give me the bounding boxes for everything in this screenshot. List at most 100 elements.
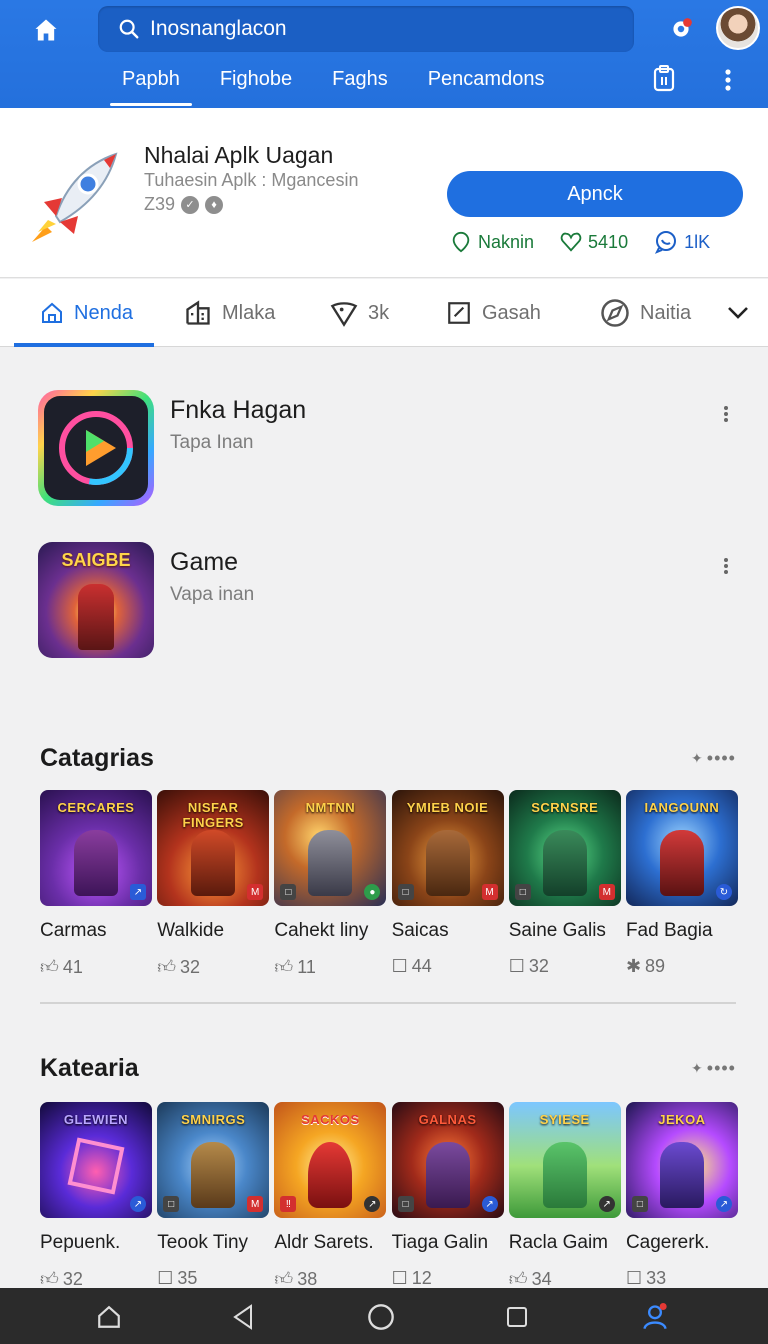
search-icon: [119, 19, 139, 39]
featured-item[interactable]: Fnka Hagan Tapa Inan: [38, 390, 738, 510]
featured-subtitle: Tapa Inan: [170, 432, 254, 453]
tab-naitia[interactable]: Naitia: [600, 279, 691, 347]
bookmark-icon: [653, 65, 675, 92]
tab-papbh[interactable]: Papbh: [110, 58, 192, 108]
like-icon: 👍︎: [274, 957, 294, 977]
tab-mlaka[interactable]: Mlaka: [184, 279, 275, 347]
tab-gasah[interactable]: Gasah: [446, 279, 541, 347]
bookmark-button[interactable]: [648, 62, 680, 96]
game-thumbnail: GALNAS □ ↗: [391, 1102, 504, 1218]
game-thumbnail: YMIEB NOIE □ M: [391, 790, 504, 906]
profile-nav-button[interactable]: [640, 1302, 670, 1332]
game-tile[interactable]: NISFAR FINGERS M Walkide 👍︎ 32: [157, 790, 270, 978]
game-count: ☐ 44: [391, 956, 432, 976]
featured-title: Game: [170, 548, 239, 576]
square-icon: ☐: [157, 1268, 174, 1288]
game-count: ☐ 35: [157, 1268, 198, 1288]
game-thumbnail: SCRNSRE □ M: [508, 790, 621, 906]
game-tile[interactable]: JEKOA □ ↗ Cagererk. ☐ 33: [625, 1102, 738, 1290]
section-divider: [40, 1002, 736, 1004]
tab-pencamdons[interactable]: Pencamdons: [416, 58, 557, 108]
featured-item[interactable]: SAIGBE Game Vapa inan: [38, 542, 738, 662]
game-thumbnail: IANGOUNN ↻: [625, 790, 738, 906]
home-button[interactable]: [28, 12, 64, 48]
back-button[interactable]: [228, 1302, 258, 1332]
item-menu-button[interactable]: [714, 554, 738, 578]
game-thumbnail: NMTNN □ ●: [274, 790, 387, 906]
game-title: Walkide: [157, 920, 225, 941]
featured-title: Fnka Hagan: [170, 396, 307, 424]
install-button[interactable]: Apnck: [447, 171, 743, 217]
more-horizontal-icon: ••••: [706, 747, 736, 768]
game-count: ✱ 89: [625, 956, 666, 976]
stat-location[interactable]: Naknin: [450, 230, 534, 254]
search-bar[interactable]: Inosnanglacon: [98, 6, 634, 52]
tab-3k[interactable]: 3k: [330, 279, 389, 347]
tab-fighobe[interactable]: Fighobe: [208, 58, 304, 108]
game-tile[interactable]: NMTNN □ ● Cahekt liny 👍︎ 11: [274, 790, 387, 978]
expand-tabs-button[interactable]: [724, 299, 752, 327]
tab-nenda[interactable]: Nenda: [40, 279, 133, 347]
game-tile[interactable]: YMIEB NOIE □ M Saicas ☐ 44: [391, 790, 504, 978]
section-title: Katearia: [40, 1054, 139, 1082]
game-title: Saine Galis: [508, 920, 606, 941]
game-thumbnail: SMNIRGS □ M: [157, 1102, 270, 1218]
top-nav-tabs: Papbh Fighobe Faghs Pencamdons: [110, 58, 572, 108]
overflow-menu-button[interactable]: [716, 64, 740, 96]
game-tile[interactable]: SYIESE ↗ Racla Gaim 👍︎ 34: [508, 1102, 621, 1290]
recents-button[interactable]: [502, 1302, 532, 1332]
game-tile[interactable]: SMNIRGS □ M Teook Tiny ☐ 35: [157, 1102, 270, 1290]
chevron-down-icon: [728, 307, 748, 319]
home-circle-button[interactable]: [366, 1302, 396, 1332]
user-icon: [643, 1303, 667, 1330]
square-icon: [507, 1307, 527, 1327]
star-icon: ✱: [625, 956, 642, 976]
settings-button[interactable]: [664, 12, 698, 46]
game-tile[interactable]: CERCARES ↗ Carmas 👍︎ 41: [40, 790, 152, 978]
game-count: 👍︎ 32: [157, 956, 201, 978]
section-more-button[interactable]: ✦ ••••: [680, 746, 736, 770]
game-title: Carmas: [40, 920, 107, 941]
game-count: ☐ 33: [625, 1268, 667, 1288]
game-tile[interactable]: GALNAS □ ↗ Tiaga Galin ☐ 12: [391, 1102, 504, 1290]
tab-nenda-label: Nenda: [74, 301, 133, 324]
more-vertical-icon: [725, 69, 731, 91]
tab-mlaka-label: Mlaka: [222, 301, 276, 324]
stat-likes[interactable]: 5410: [560, 230, 628, 254]
sparkle-icon: ✦: [691, 1059, 703, 1076]
game-thumbnail: GLEWIEN ↗: [40, 1102, 152, 1218]
rocket-app-icon: [32, 152, 118, 242]
game-title: Aldr Sarets.: [274, 1232, 374, 1253]
game-title: Cagererk.: [625, 1232, 710, 1253]
like-icon: 👍︎: [40, 1269, 59, 1289]
gear-icon: [673, 18, 692, 37]
game-title: Racla Gaim: [508, 1232, 608, 1253]
tab-naitia-label: Naitia: [640, 301, 692, 324]
item-menu-button[interactable]: [714, 402, 738, 426]
stat-comments[interactable]: 1lK: [654, 230, 710, 254]
game-thumbnail: SYIESE ↗: [508, 1102, 621, 1218]
game-tile[interactable]: GLEWIEN ↗ Pepuenk. 👍︎ 32: [40, 1102, 152, 1290]
back-icon: [233, 1304, 252, 1330]
active-tab-indicator: [14, 343, 154, 347]
game-count: 👍︎ 34: [508, 1268, 552, 1290]
player-app-icon: [38, 390, 154, 506]
game-tile[interactable]: IANGOUNN ↻ Fad Bagia ✱ 89: [625, 790, 738, 978]
avatar[interactable]: [716, 6, 760, 50]
like-icon: 👍︎: [508, 1269, 528, 1289]
compass-icon: [601, 299, 629, 327]
game-count: ☐ 12: [391, 1268, 432, 1288]
section-more-button[interactable]: ✦ ••••: [680, 1056, 736, 1080]
top-app-bar: Inosnanglacon Papbh Fighobe Faghs Pencam…: [0, 0, 768, 108]
section-title: Catagrias: [40, 744, 154, 772]
heart-icon: [560, 232, 582, 252]
game-count: 👍︎ 32: [40, 1268, 83, 1290]
like-icon: 👍︎: [157, 957, 176, 977]
home-nav-button[interactable]: [94, 1302, 124, 1332]
category-tabs: Nenda Mlaka 3k Gasah Naitia: [0, 279, 768, 347]
game-tile[interactable]: SCRNSRE □ M Saine Galis ☐ 32: [508, 790, 621, 978]
tab-faghs[interactable]: Faghs: [320, 58, 400, 108]
game-thumbnail: NISFAR FINGERS M: [157, 790, 270, 906]
game-thumbnail: JEKOA □ ↗: [625, 1102, 738, 1218]
game-tile[interactable]: SACKOS ‼ ↗ Aldr Sarets. 👍︎ 38: [274, 1102, 387, 1290]
